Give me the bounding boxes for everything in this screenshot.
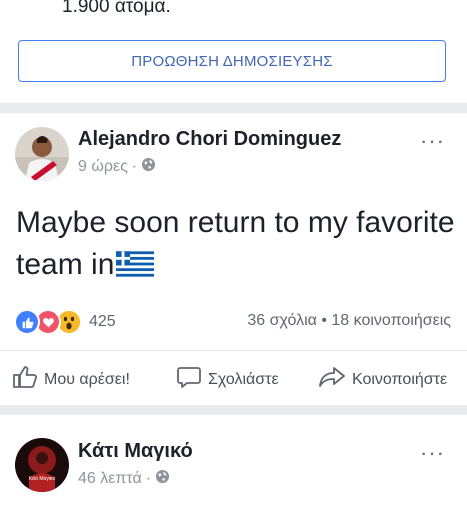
share-icon — [318, 365, 346, 394]
post-actions: Μου αρέσει! Σχολιάστε Κοινοποιήστε — [0, 350, 467, 404]
stats-separator: • — [321, 312, 327, 329]
thumbs-up-icon — [12, 365, 38, 394]
shares-count[interactable]: 18 κοινοποιήσεις — [331, 312, 451, 329]
more-options-icon[interactable]: ··· — [420, 442, 445, 464]
like-label: Μου αρέσει! — [44, 370, 130, 388]
like-reaction-icon — [14, 309, 40, 335]
reaction-count: 425 — [89, 313, 116, 330]
engagement-stats: 36 σχόλια • 18 κοινοποιήσεις — [247, 312, 451, 330]
post-text: Maybe soon return to my favorite team in — [16, 202, 456, 290]
comment-label: Σχολιάστε — [208, 370, 279, 388]
page-avatar[interactable]: Κάτι Μαγικό — [15, 438, 69, 492]
feed-separator — [0, 405, 467, 415]
meta-dot: · — [145, 470, 152, 487]
share-label: Κοινοποιήστε — [352, 370, 448, 388]
comment-icon — [176, 365, 202, 394]
feed-separator — [0, 103, 467, 113]
boost-post-button[interactable]: ΠΡΟΩΘΗΣΗ ΔΗΜΟΣΙΕΥΣΗΣ — [18, 40, 446, 82]
post-author-name[interactable]: Alejandro Chori Dominguez — [78, 128, 341, 151]
post-meta: 9 ώρες · — [78, 157, 156, 177]
greek-flag-icon — [116, 248, 155, 290]
next-post-timestamp[interactable]: 46 λεπτά — [78, 470, 142, 488]
share-button[interactable]: Κοινοποιήστε — [318, 365, 447, 394]
page-avatar-text: Κάτι Μαγικό — [28, 476, 56, 482]
like-button[interactable]: Μου αρέσει! — [12, 365, 130, 394]
post-text-content: Maybe soon return to my favorite team in — [16, 206, 455, 281]
author-avatar[interactable] — [15, 127, 69, 181]
next-post-meta: 46 λεπτά · — [78, 469, 170, 489]
globe-icon — [155, 469, 170, 489]
meta-dot: · — [131, 158, 138, 175]
comments-count[interactable]: 36 σχόλια — [247, 312, 316, 329]
reach-text: 1.900 άτομα. — [62, 0, 171, 17]
reactions-summary[interactable]: 425 — [14, 309, 116, 335]
more-options-icon[interactable]: ··· — [420, 130, 445, 152]
next-post-author-name[interactable]: Κάτι Μαγικό — [78, 440, 193, 463]
globe-icon — [141, 157, 156, 177]
comment-button[interactable]: Σχολιάστε — [176, 365, 279, 394]
post-timestamp[interactable]: 9 ώρες — [78, 158, 128, 176]
